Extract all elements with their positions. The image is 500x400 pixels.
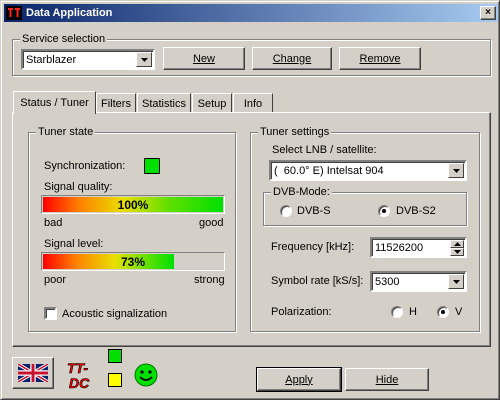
- tab-statistics[interactable]: Statistics: [137, 93, 191, 113]
- tab-filters-label: Filters: [101, 97, 131, 110]
- window-title: Data Application: [26, 7, 113, 19]
- tt-dc-logo: TT- DC: [65, 359, 103, 392]
- polarization-h-label: H: [409, 306, 417, 318]
- service-select[interactable]: Starblazer: [21, 49, 155, 70]
- title-bar[interactable]: Data Application ×: [4, 4, 498, 22]
- level-max-label: strong: [194, 274, 225, 286]
- status-led-bottom: [108, 373, 122, 387]
- chevron-up-icon: [453, 242, 461, 246]
- frequency-input[interactable]: 11526200: [370, 237, 467, 258]
- dvb-mode-legend: DVB-Mode:: [271, 186, 332, 198]
- service-dropdown-button[interactable]: [136, 52, 152, 67]
- application-window: Data Application × Service selection Sta…: [0, 0, 500, 400]
- service-select-value: Starblazer: [26, 53, 77, 66]
- signal-quality-bar: 100%: [41, 195, 225, 214]
- frequency-spin-down[interactable]: [450, 248, 464, 256]
- tab-status-tuner-label: Status / Tuner: [20, 97, 89, 109]
- dvb-s-label: DVB-S: [297, 205, 331, 217]
- remove-button-label: Remove: [359, 52, 401, 65]
- change-button-label: Change: [272, 52, 312, 65]
- level-min-label: poor: [44, 274, 67, 286]
- sync-led-indicator: [144, 158, 160, 174]
- synchronization-label: Synchronization:: [44, 160, 126, 172]
- tab-info-label: Info: [243, 97, 263, 110]
- tab-setup-label: Setup: [197, 97, 227, 110]
- tab-status-tuner[interactable]: Status / Tuner: [13, 91, 96, 114]
- symbol-rate-select[interactable]: 5300: [370, 271, 467, 292]
- tab-filters[interactable]: Filters: [96, 93, 136, 113]
- dvb-s-radio[interactable]: [280, 205, 292, 217]
- change-button[interactable]: Change: [252, 47, 332, 70]
- new-button-label: New: [192, 52, 215, 65]
- remove-button[interactable]: Remove: [339, 47, 421, 70]
- apply-button[interactable]: Apply: [256, 367, 342, 392]
- chevron-down-icon: [140, 57, 148, 62]
- polarization-h-radio[interactable]: [391, 306, 403, 318]
- signal-level-bar: 73%: [41, 252, 225, 271]
- frequency-spin-up[interactable]: [450, 240, 464, 248]
- tt-dc-logo-icon: TT- DC: [67, 360, 91, 392]
- chevron-down-icon: [452, 168, 460, 173]
- quality-max-label: good: [199, 217, 224, 229]
- acoustic-label: Acoustic signalization: [62, 308, 168, 320]
- app-icon: [6, 6, 22, 20]
- svg-text:DC: DC: [69, 375, 90, 391]
- frequency-label: Frequency [kHz]:: [271, 241, 355, 253]
- tab-statistics-label: Statistics: [141, 97, 186, 110]
- apply-button-label: Apply: [285, 373, 313, 386]
- svg-text:TT-: TT-: [67, 360, 88, 376]
- lnb-dropdown-button[interactable]: [448, 163, 464, 178]
- status-led-top: [108, 349, 122, 363]
- polarization-v-label: V: [455, 306, 463, 318]
- chevron-down-icon: [452, 279, 460, 284]
- polarization-label: Polarization:: [271, 306, 332, 318]
- dvb-s2-label: DVB-S2: [396, 205, 436, 217]
- language-button[interactable]: [12, 357, 54, 389]
- frequency-value: 11526200: [375, 241, 424, 254]
- lnb-select-value: ( 60.0° E) Intelsat 904: [274, 164, 384, 177]
- tab-info[interactable]: Info: [233, 93, 273, 113]
- acoustic-checkbox[interactable]: [44, 307, 57, 320]
- uk-flag-icon: [18, 364, 48, 382]
- symbol-rate-label: Symbol rate [kS/s]:: [271, 275, 364, 287]
- tuner-settings-legend: Tuner settings: [258, 126, 332, 138]
- tab-setup[interactable]: Setup: [192, 93, 232, 113]
- symbol-rate-value: 5300: [375, 275, 400, 288]
- new-button[interactable]: New: [163, 47, 245, 70]
- polarization-v-radio[interactable]: [437, 306, 449, 318]
- symbol-rate-dropdown-button[interactable]: [448, 274, 464, 289]
- service-selection-legend: Service selection: [20, 33, 108, 45]
- chevron-down-icon: [453, 250, 461, 254]
- hide-button-label: Hide: [375, 373, 399, 386]
- hide-button[interactable]: Hide: [345, 368, 429, 391]
- close-button[interactable]: ×: [480, 6, 496, 20]
- tuner-state-legend: Tuner state: [36, 126, 96, 138]
- signal-level-percent: 73%: [120, 255, 146, 269]
- lnb-select[interactable]: ( 60.0° E) Intelsat 904: [269, 160, 467, 181]
- lnb-label: Select LNB / satellite:: [272, 144, 377, 156]
- smiley-icon: [134, 363, 158, 387]
- dvb-s2-radio[interactable]: [378, 205, 390, 217]
- quality-min-label: bad: [44, 217, 63, 229]
- dvb-mode-group: DVB-Mode:: [263, 186, 467, 226]
- signal-quality-percent: 100%: [117, 198, 149, 212]
- signal-quality-label: Signal quality:: [44, 181, 113, 193]
- signal-level-label: Signal level:: [44, 238, 104, 250]
